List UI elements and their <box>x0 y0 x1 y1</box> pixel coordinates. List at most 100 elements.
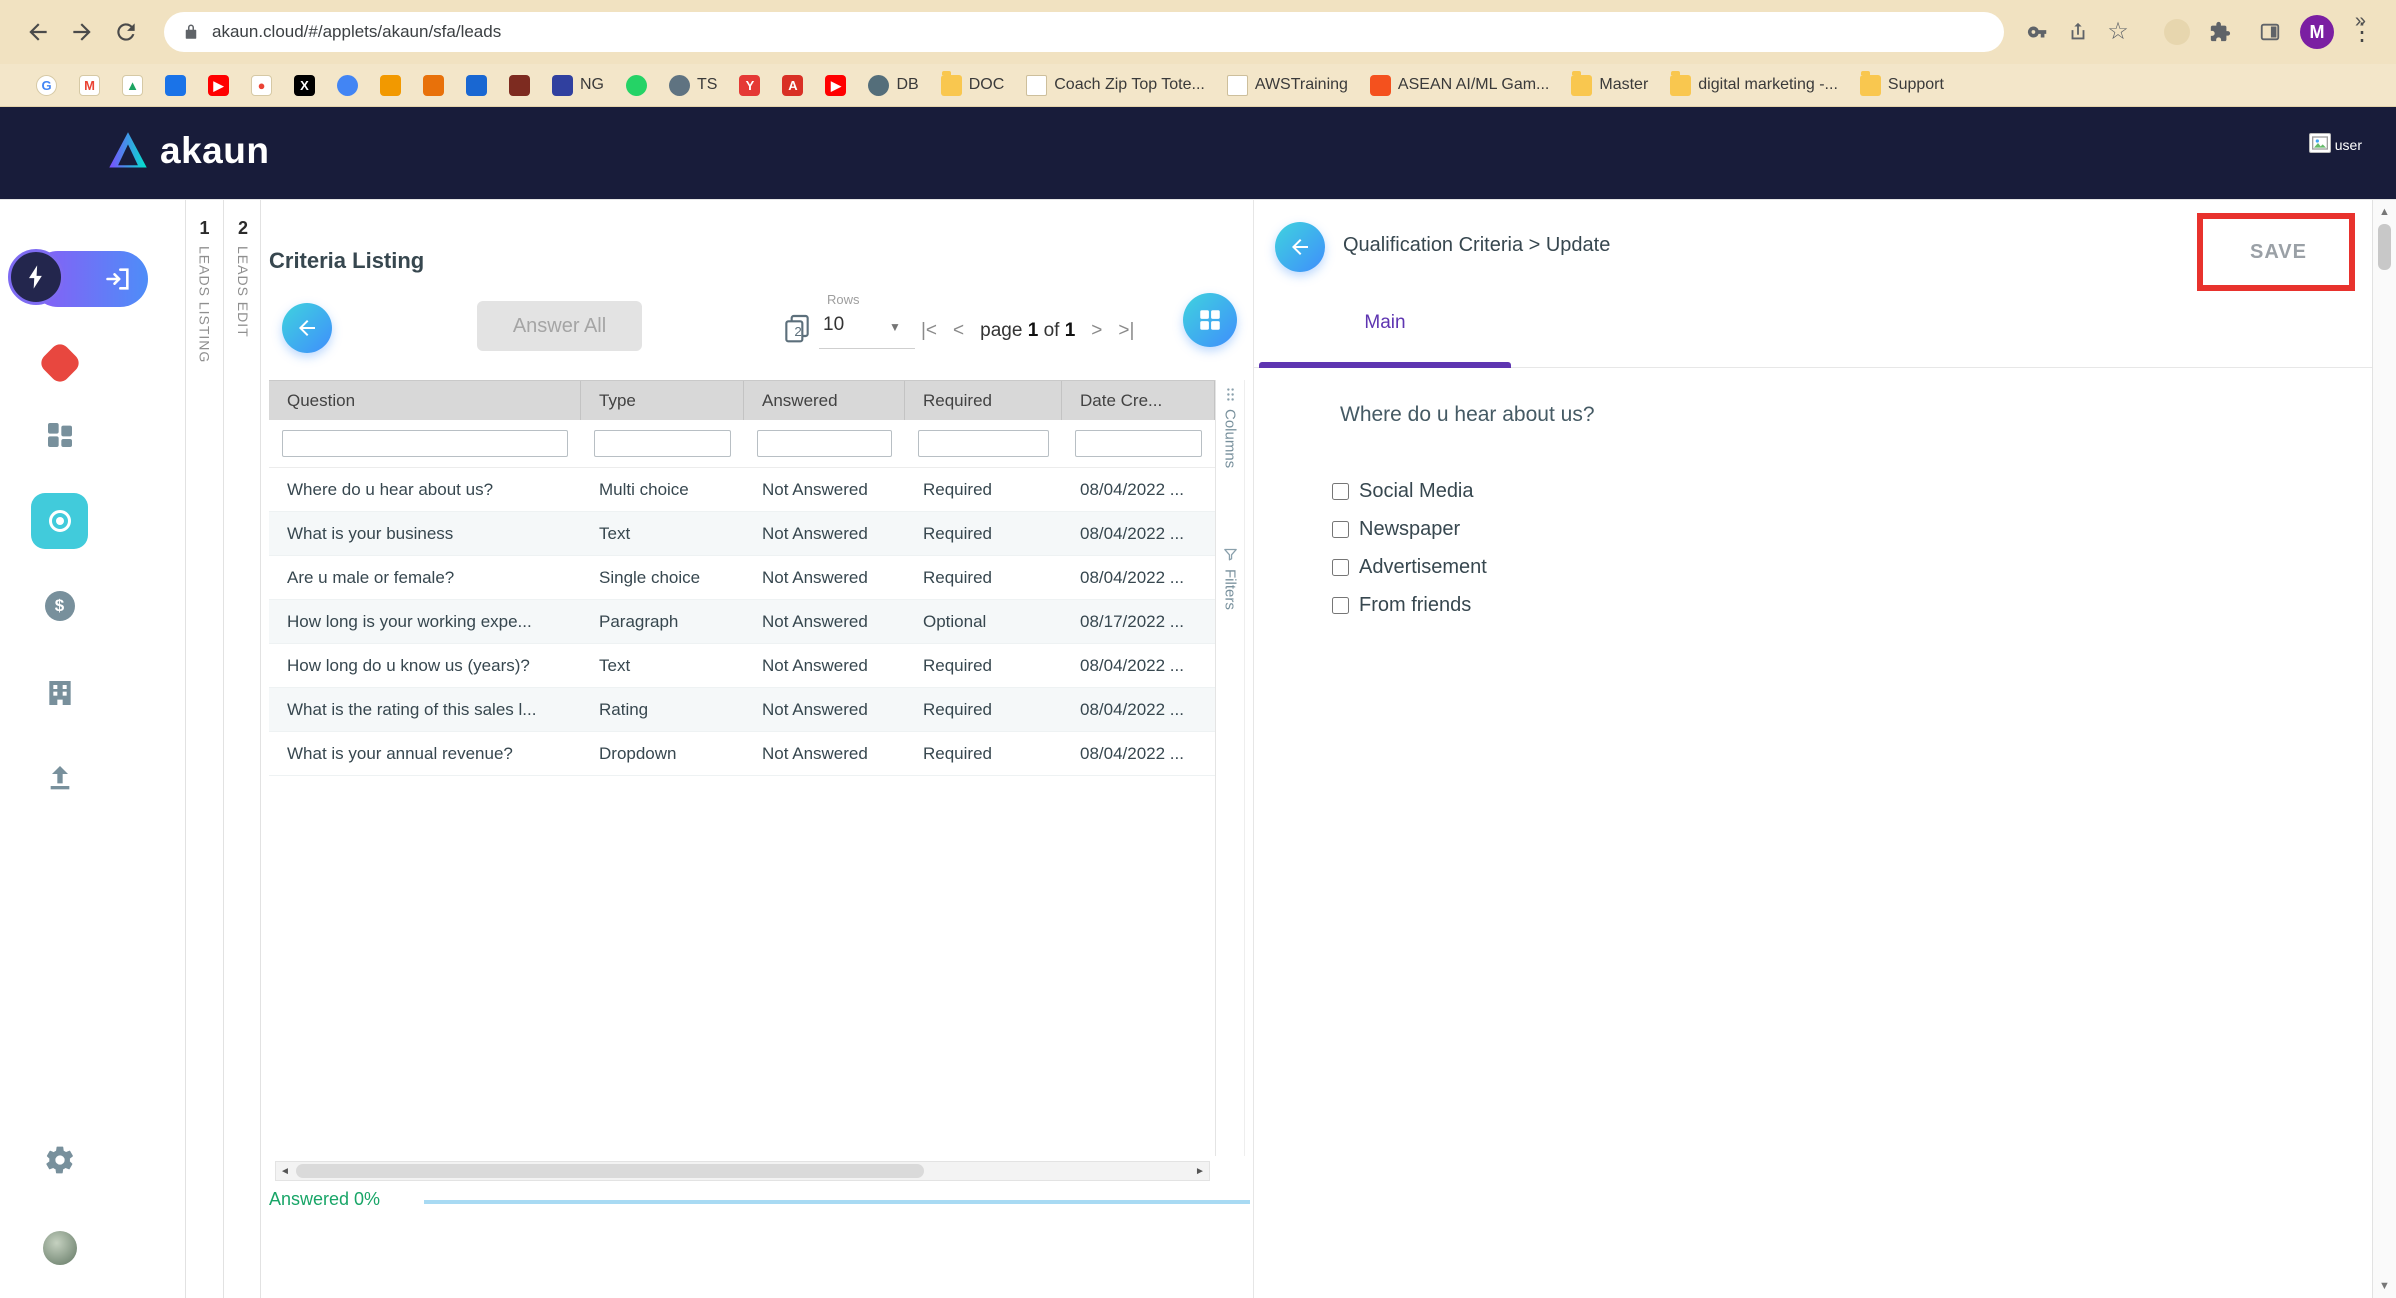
page-scrollbar-thumb[interactable] <box>2378 224 2391 270</box>
side-panel-button[interactable] <box>2250 12 2290 52</box>
bookmark-awstraining[interactable]: AWSTraining <box>1227 75 1348 96</box>
option-row[interactable]: Newspaper <box>1332 510 1487 548</box>
browser-forward-button[interactable] <box>60 10 104 54</box>
option-row[interactable]: Advertisement <box>1332 548 1487 586</box>
page-scrollbar[interactable]: ▲ ▼ <box>2372 200 2396 1298</box>
scrollbar-thumb[interactable] <box>296 1164 924 1178</box>
scroll-left-arrow[interactable]: ◄ <box>276 1166 294 1177</box>
bookmark-maroon-app[interactable] <box>509 75 530 96</box>
table-row[interactable]: How long is your working expe... Paragra… <box>269 600 1215 644</box>
tab-main[interactable]: Main <box>1259 312 1511 334</box>
profile-avatar-button[interactable] <box>0 1231 119 1265</box>
bookmark-coach-page[interactable]: Coach Zip Top Tote... <box>1026 75 1205 96</box>
browser-extra-icon[interactable] <box>2164 19 2190 45</box>
columns-toggle[interactable]: Columns <box>1216 386 1244 468</box>
bookmark-ts-site[interactable]: TS <box>669 75 717 96</box>
address-bar[interactable]: akaun.cloud/#/applets/akaun/sfa/leads <box>164 12 2004 52</box>
scrollbar-track[interactable] <box>294 1162 1191 1180</box>
filter-question-input[interactable] <box>282 430 568 457</box>
option-row[interactable]: Social Media <box>1332 472 1487 510</box>
bookmark-calendar[interactable] <box>165 75 186 96</box>
bookmark-youtube[interactable]: ▶ <box>208 75 229 96</box>
upload-button[interactable] <box>0 762 119 794</box>
bookmark-a-app[interactable]: A <box>782 75 803 96</box>
bookmark-orange-app[interactable] <box>380 75 401 96</box>
table-row[interactable]: Where do u hear about us? Multi choice N… <box>269 468 1215 512</box>
table-row[interactable]: What is your annual revenue? Dropdown No… <box>269 732 1215 776</box>
option-checkbox[interactable] <box>1332 559 1349 576</box>
settings-button[interactable] <box>0 1144 119 1176</box>
next-page-button[interactable]: > <box>1091 320 1102 342</box>
column-header[interactable]: Required <box>905 381 1062 420</box>
filter-required-input[interactable] <box>918 430 1049 457</box>
filter-type-input[interactable] <box>594 430 731 457</box>
bookmark-digital-marketing[interactable]: digital marketing -... <box>1670 75 1838 96</box>
bookmark-db-site[interactable]: DB <box>868 75 918 96</box>
rows-per-page-select[interactable]: 10 <box>823 314 844 336</box>
dashboard-button[interactable] <box>0 419 119 451</box>
cell-date: 08/04/2022 ... <box>1062 656 1215 676</box>
scroll-right-arrow[interactable]: ► <box>1191 1166 1209 1177</box>
filter-answered-input[interactable] <box>757 430 892 457</box>
last-page-button[interactable]: >| <box>1118 320 1134 342</box>
browser-refresh-button[interactable] <box>104 10 148 54</box>
horizontal-scrollbar[interactable]: ◄ ► <box>275 1161 1210 1181</box>
chevron-down-icon[interactable]: ▼ <box>889 320 901 334</box>
bookmark-maps[interactable]: ● <box>251 75 272 96</box>
finance-button[interactable]: $ <box>0 591 119 621</box>
bookmark-orange-grid[interactable] <box>423 75 444 96</box>
bookmark-whatsapp[interactable] <box>626 75 647 96</box>
tab-leads-listing[interactable]: 1 LEADS LISTING <box>186 200 224 1298</box>
active-module-button[interactable] <box>31 493 88 549</box>
scroll-down-arrow[interactable]: ▼ <box>2373 1280 2396 1292</box>
table-row[interactable]: Are u male or female? Single choice Not … <box>269 556 1215 600</box>
browser-profile-avatar[interactable]: M <box>2300 15 2334 49</box>
bookmark-x[interactable]: X <box>294 75 315 96</box>
option-checkbox[interactable] <box>1332 521 1349 538</box>
column-header[interactable]: Question <box>269 381 581 420</box>
bookmark-y-app[interactable]: Y <box>739 75 760 96</box>
bookmark-support-folder[interactable]: Support <box>1860 75 1944 96</box>
bookmark-blue-app[interactable] <box>466 75 487 96</box>
bookmark-google[interactable]: G <box>36 75 57 96</box>
bookmark-ng-site[interactable]: NG <box>552 75 604 96</box>
column-header[interactable]: Answered <box>744 381 905 420</box>
table-row[interactable]: What is your business Text Not Answered … <box>269 512 1215 556</box>
table-row[interactable]: How long do u know us (years)? Text Not … <box>269 644 1215 688</box>
scroll-up-arrow[interactable]: ▲ <box>2373 206 2396 218</box>
bookmark-drive[interactable]: ▲ <box>122 75 143 96</box>
extensions-button[interactable] <box>2200 12 2240 52</box>
first-page-button[interactable]: |< <box>921 320 937 342</box>
browser-back-button[interactable] <box>16 10 60 54</box>
bookmark-youtube-2[interactable]: ▶ <box>825 75 846 96</box>
filters-toggle[interactable]: Filters <box>1216 546 1244 610</box>
option-checkbox[interactable] <box>1332 483 1349 500</box>
column-header[interactable]: Date Cre... <box>1062 381 1215 420</box>
red-applet-button[interactable] <box>0 347 119 379</box>
lightning-applet-button[interactable] <box>8 249 64 305</box>
bookmark-doc-folder[interactable]: DOC <box>941 75 1005 96</box>
option-checkbox[interactable] <box>1332 597 1349 614</box>
filter-date-input[interactable] <box>1075 430 1202 457</box>
user-avatar-placeholder[interactable]: user <box>2309 133 2362 153</box>
bookmark-asean-item[interactable]: ASEAN AI/ML Gam... <box>1370 75 1549 96</box>
akaun-logo[interactable]: akaun <box>106 129 269 173</box>
share-button[interactable] <box>2058 12 2098 52</box>
table-row[interactable]: What is the rating of this sales l... Ra… <box>269 688 1215 732</box>
bookmark-star-button[interactable]: ☆ <box>2098 12 2138 52</box>
prev-page-button[interactable]: < <box>953 320 964 342</box>
detail-back-button[interactable] <box>1275 222 1325 272</box>
column-header[interactable]: Type <box>581 381 744 420</box>
grid-view-button[interactable] <box>1183 293 1237 347</box>
active-tab-underline <box>1259 362 1511 368</box>
bookmark-master-folder[interactable]: Master <box>1571 75 1648 96</box>
bookmarks-overflow-chevron[interactable]: » <box>2355 0 2366 43</box>
listing-back-button[interactable] <box>282 303 332 353</box>
answer-all-button[interactable]: Answer All <box>477 301 642 351</box>
bookmark-blue-globe[interactable] <box>337 75 358 96</box>
bookmark-gmail[interactable]: M <box>79 75 100 96</box>
option-row[interactable]: From friends <box>1332 586 1487 624</box>
tab-leads-edit[interactable]: 2 LEADS EDIT <box>224 200 262 1298</box>
organization-button[interactable] <box>0 677 119 709</box>
password-key-button[interactable] <box>2018 12 2058 52</box>
